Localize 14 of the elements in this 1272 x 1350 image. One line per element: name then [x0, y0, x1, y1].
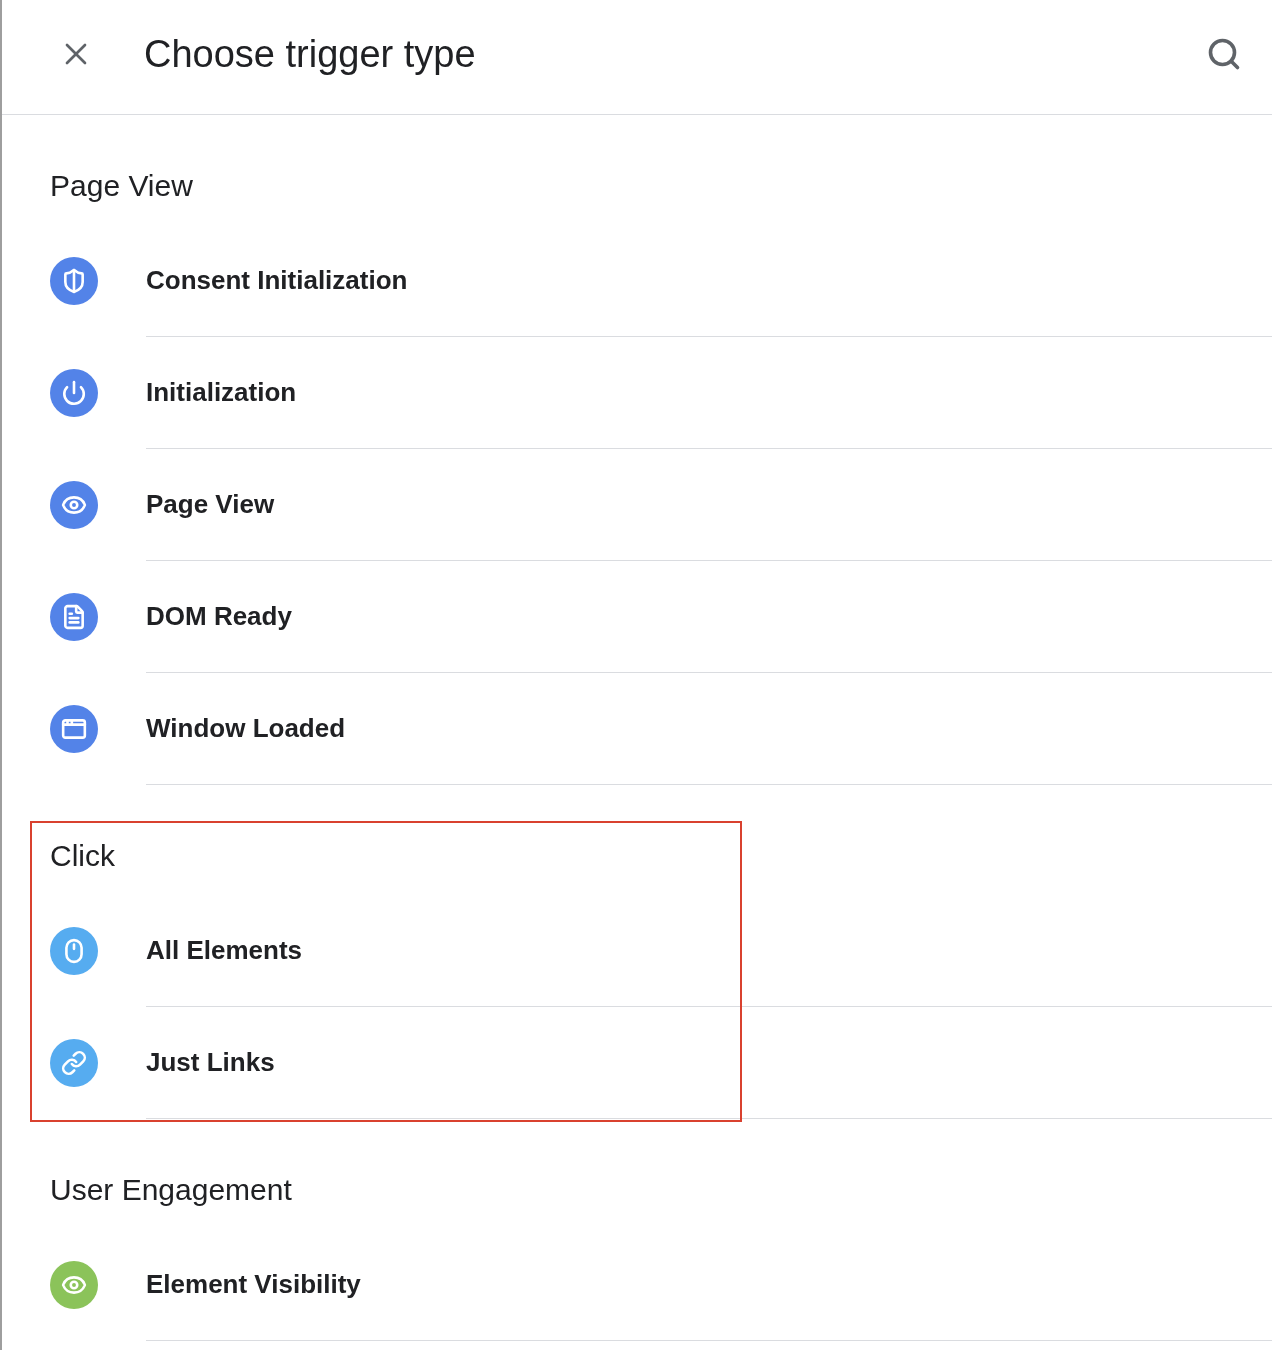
search-button[interactable]	[1206, 36, 1242, 72]
trigger-option[interactable]: Just Links	[146, 1047, 275, 1078]
section-heading: User Engagement	[50, 1172, 293, 1208]
dialog-title: Choose trigger type	[144, 32, 477, 76]
search-icon	[1206, 36, 1242, 72]
trigger-option[interactable]: Initialization	[146, 377, 297, 408]
section-heading: Page View	[50, 168, 194, 204]
trigger-option[interactable]: All Elements	[146, 935, 303, 966]
trigger-option[interactable]: Element Visibility	[146, 1269, 361, 1300]
trigger-option[interactable]: Page View	[146, 489, 275, 520]
section-heading: Click	[50, 838, 116, 874]
trigger-option[interactable]: DOM Ready	[146, 601, 292, 632]
trigger-option[interactable]: Consent Initialization	[146, 265, 408, 296]
trigger-option[interactable]: Window Loaded	[146, 713, 346, 744]
